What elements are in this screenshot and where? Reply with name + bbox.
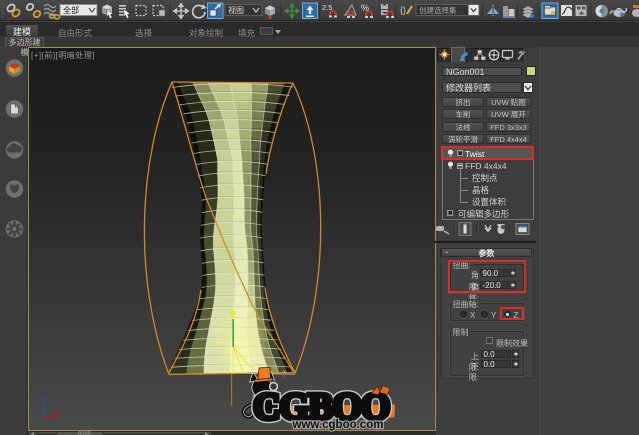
svg-text:全部: 全部 (63, 5, 79, 15)
svg-text:创建选择集: 创建选择集 (419, 5, 457, 15)
svg-text:{}: {} (400, 5, 406, 15)
svg-text:视图: 视图 (228, 5, 244, 15)
